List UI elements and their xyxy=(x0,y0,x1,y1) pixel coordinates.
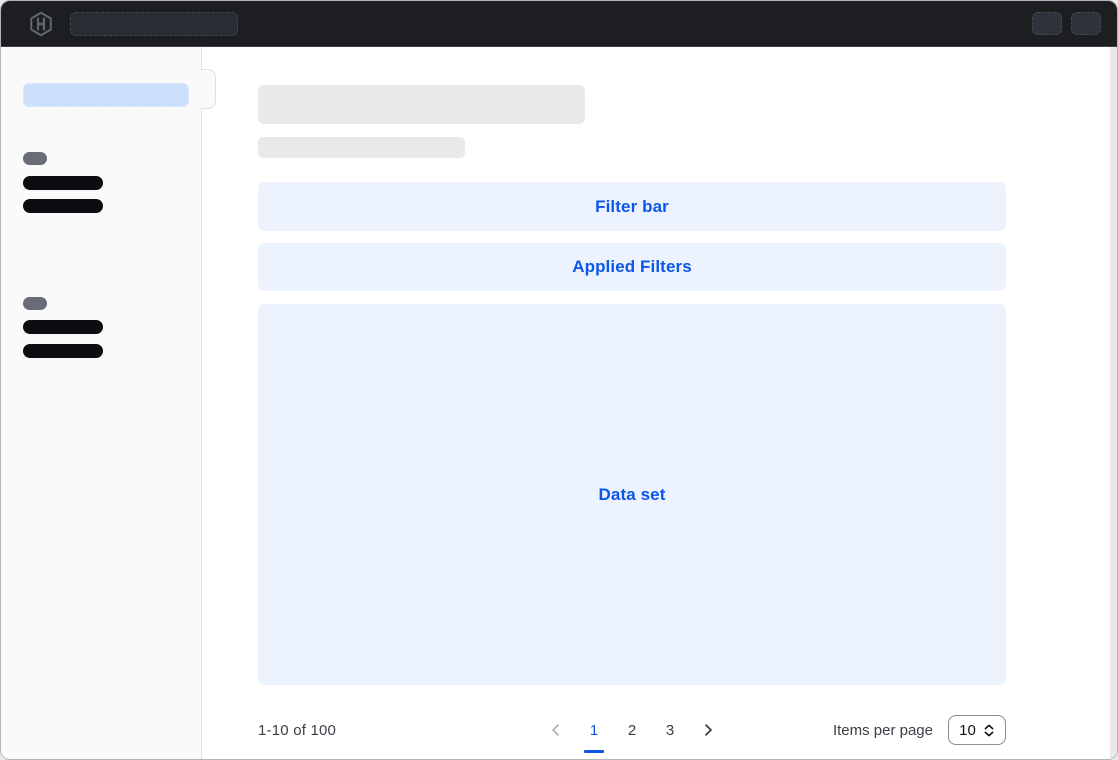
items-per-page-group: Items per page 10 xyxy=(833,715,1006,745)
sidebar-link-placeholder xyxy=(23,176,103,190)
top-navigation-bar xyxy=(1,1,1117,47)
sidebar-link-placeholder xyxy=(23,199,103,213)
pagination-range-text: 1-10 of 100 xyxy=(258,722,336,739)
nav-action-placeholder xyxy=(1071,12,1101,35)
sidebar-group-title-placeholder xyxy=(23,297,47,310)
hashicorp-logo-icon xyxy=(28,11,54,37)
chevron-left-icon xyxy=(548,722,564,738)
pagination-page-2[interactable]: 2 xyxy=(620,715,644,745)
sidebar-active-item-placeholder xyxy=(23,83,189,107)
sidebar-link-placeholder xyxy=(23,344,103,358)
nav-search-placeholder xyxy=(70,12,238,36)
chevron-right-icon xyxy=(700,722,716,738)
pagination-next-button[interactable] xyxy=(696,715,720,745)
pagination-page-1[interactable]: 1 xyxy=(582,715,606,745)
pagination-prev-button[interactable] xyxy=(544,715,568,745)
filter-bar-label: Filter bar xyxy=(595,197,669,217)
app-window: Filter bar Applied Filters Data set 1-10… xyxy=(0,0,1118,760)
sidebar-nav xyxy=(1,47,202,760)
nav-action-placeholder xyxy=(1032,12,1062,35)
topbar-actions xyxy=(1032,12,1101,35)
pagination-bar: 1-10 of 100 1 2 3 xyxy=(258,715,1006,745)
applied-filters-label: Applied Filters xyxy=(572,257,692,277)
data-set-section: Data set xyxy=(258,304,1006,685)
sidebar-toggle-handle[interactable] xyxy=(201,69,216,109)
data-set-label: Data set xyxy=(599,485,666,505)
content-area: Filter bar Applied Filters Data set 1-10… xyxy=(1,47,1117,760)
sidebar-link-placeholder xyxy=(23,320,103,334)
scrollbar-track[interactable] xyxy=(1110,47,1117,760)
items-per-page-label: Items per page xyxy=(833,722,933,739)
filter-bar-section: Filter bar xyxy=(258,182,1006,231)
pagination-controls: 1 2 3 xyxy=(544,715,720,745)
main-column: Filter bar Applied Filters Data set 1-10… xyxy=(258,85,1006,745)
items-per-page-value: 10 xyxy=(959,722,976,739)
page-subtitle-placeholder xyxy=(258,137,465,158)
main-content: Filter bar Applied Filters Data set 1-10… xyxy=(202,47,1117,760)
sidebar-group-title-placeholder xyxy=(23,152,47,165)
applied-filters-section: Applied Filters xyxy=(258,243,1006,291)
page-title-placeholder xyxy=(258,85,585,124)
pagination-page-3[interactable]: 3 xyxy=(658,715,682,745)
items-per-page-select[interactable]: 10 xyxy=(948,715,1006,745)
caret-updown-icon xyxy=(983,724,995,737)
